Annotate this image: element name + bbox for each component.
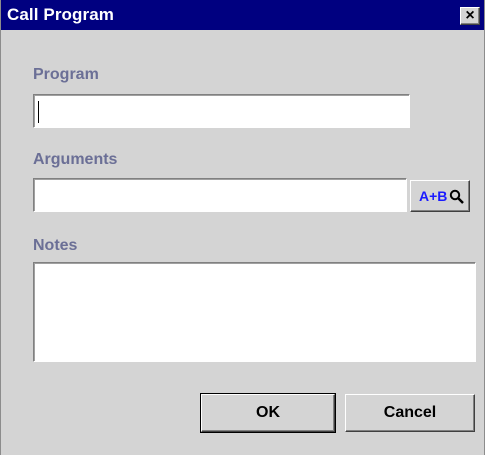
close-icon: × [465,7,475,24]
close-button[interactable]: × [460,7,480,25]
magnifier-icon [449,189,464,204]
cancel-button[interactable]: Cancel [345,394,475,432]
notes-textarea[interactable] [34,263,475,361]
arguments-label: Arguments [33,151,118,168]
program-field[interactable] [33,94,410,128]
call-program-dialog: Call Program × Program Arguments A+B Not… [0,0,485,455]
expression-button-label: A+B [419,188,448,204]
notes-field[interactable] [33,262,476,362]
expression-builder-button[interactable]: A+B [410,180,470,212]
title-bar[interactable]: Call Program × [1,0,484,30]
arguments-field[interactable] [33,178,407,212]
program-label: Program [33,66,99,83]
arguments-input[interactable] [34,179,406,211]
program-input[interactable] [34,95,409,127]
notes-label: Notes [33,237,78,254]
ok-button[interactable]: OK [200,393,336,433]
window-title: Call Program [7,5,115,24]
text-caret [38,101,39,123]
